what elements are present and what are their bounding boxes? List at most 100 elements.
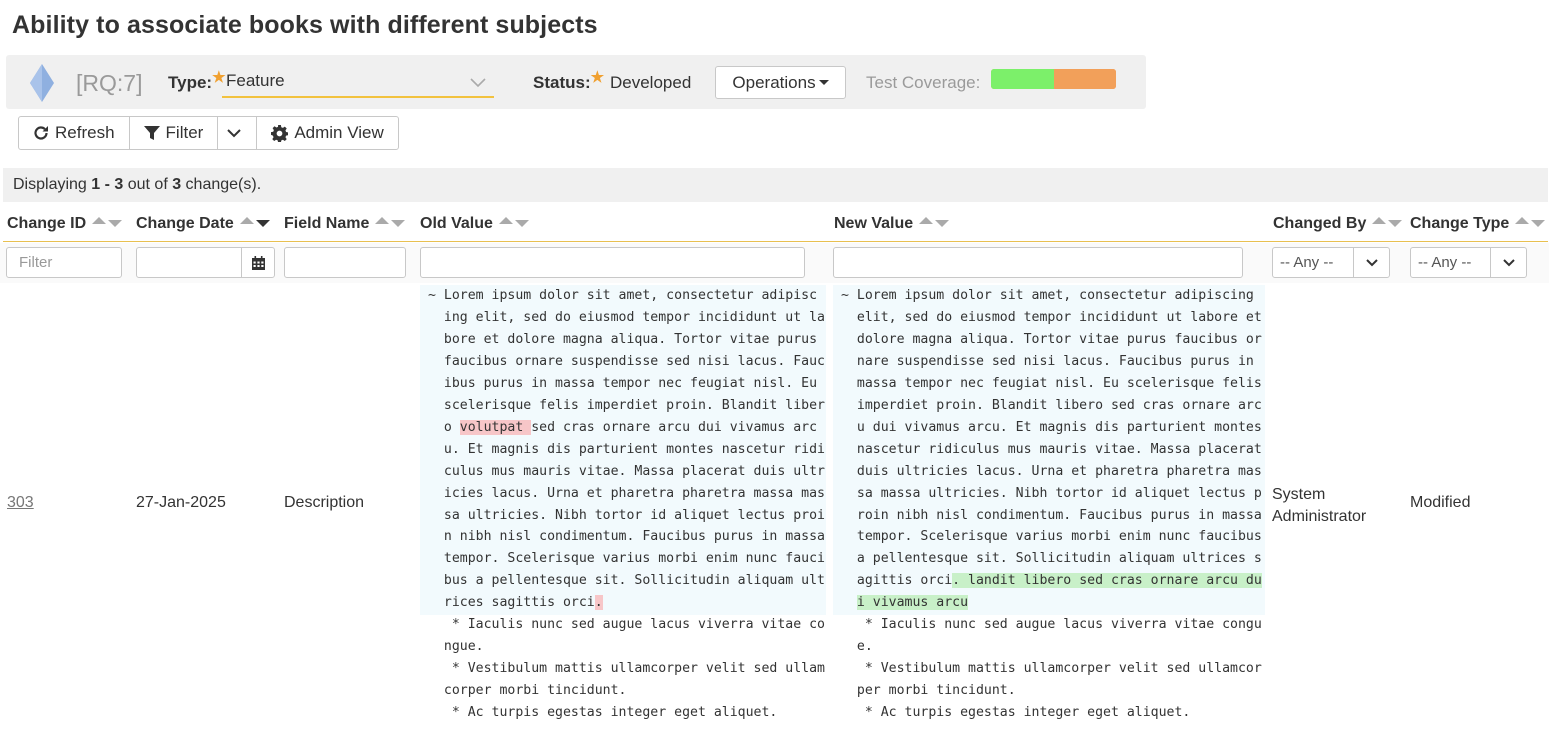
change-date-value: 27-Jan-2025 xyxy=(136,494,226,511)
requirement-header: [RQ:7] Type:★ Feature Status:★ Developed… xyxy=(6,55,1146,109)
diff-line: * Vestibulum mattis ullamcorper velit se… xyxy=(841,661,1262,677)
sort-icon[interactable] xyxy=(919,217,950,227)
diff-text: sed cras ornare arcu dui vivamus arc xyxy=(531,419,818,435)
diff-line: ~ Lorem ipsum dolor sit amet, consectetu… xyxy=(841,288,1254,303)
field-name-filter-input[interactable] xyxy=(284,247,406,278)
diff-line: per morbi tincidunt. xyxy=(841,683,1016,699)
diff-line: elit, sed do eiusmod tempor incididunt u… xyxy=(841,309,1262,325)
calendar-button[interactable] xyxy=(241,247,275,278)
old-value-diff: ~ Lorem ipsum dolor sit amet, consectetu… xyxy=(428,285,825,724)
gear-icon xyxy=(271,124,289,142)
change-id-filter-input[interactable]: Filter xyxy=(6,247,122,278)
diff-line: faucibus ornare suspendisse sed nisi lac… xyxy=(428,353,825,369)
changed-by-line: Administrator xyxy=(1272,508,1367,525)
diff-line: u dui vivamus arcu. Et magnis dis partur… xyxy=(841,419,1262,435)
diff-line: duis ultricies lacus. Urna et pharetra p… xyxy=(841,463,1262,479)
column-label: New Value xyxy=(834,215,914,232)
operations-button[interactable]: Operations xyxy=(715,66,846,99)
calendar-icon xyxy=(251,255,265,270)
filter-button[interactable]: Filter xyxy=(130,117,219,149)
diff-line: ngue. xyxy=(428,639,484,655)
sort-icon[interactable] xyxy=(92,217,123,227)
diff-line: tempor. Scelerisque varius morbi enim nu… xyxy=(841,529,1262,545)
display-prefix: Displaying xyxy=(13,176,92,193)
diff-line: ibus purus in massa tempor nec feugiat n… xyxy=(428,375,818,391)
diff-line: scelerisque felis imperdiet proin. Bland… xyxy=(428,397,825,413)
type-label: Type:★ xyxy=(168,69,226,92)
display-count: Displaying 1 - 3 out of 3 change(s). xyxy=(3,168,1548,202)
diff-line: nascetur ridiculus mus mauris vitae. Mas… xyxy=(841,441,1262,457)
change-type-value: Modified xyxy=(1410,494,1471,511)
field-name-value: Description xyxy=(284,494,365,511)
sort-icon[interactable] xyxy=(498,217,529,227)
diff-line: * Ac turpis egestas integer eget aliquet… xyxy=(841,705,1191,721)
diff-line: u. Et magnis dis parturient montes nasce… xyxy=(428,441,825,457)
admin-view-label: Admin View xyxy=(294,123,384,142)
column-label: Change Type xyxy=(1410,215,1510,232)
change-date-filter-input[interactable] xyxy=(136,247,242,278)
diff-line: tempor. Scelerisque varius morbi enim nu… xyxy=(428,551,825,567)
change-type-filter-select[interactable]: -- Any -- xyxy=(1410,247,1527,278)
sort-icon[interactable] xyxy=(375,217,406,227)
test-coverage-bar[interactable] xyxy=(991,69,1116,89)
new-value-diff: ~ Lorem ipsum dolor sit amet, consectetu… xyxy=(841,285,1262,724)
status-value: Developed xyxy=(610,73,692,92)
filter-label: Filter xyxy=(165,123,204,142)
type-select[interactable]: Feature xyxy=(222,68,494,98)
diff-line: ing elit, sed do eiusmod tempor incididu… xyxy=(428,309,825,325)
diff-line: i vivamus arcu xyxy=(841,592,1262,614)
chevron-down-icon xyxy=(227,129,242,138)
change-id-value[interactable]: 303 xyxy=(7,494,34,511)
column-header-change-date[interactable]: Change Date xyxy=(136,215,270,233)
sort-icon[interactable] xyxy=(239,217,270,227)
diff-text: o xyxy=(428,419,460,435)
filter-options-button[interactable] xyxy=(218,117,258,149)
requirement-diamond-icon xyxy=(30,64,54,102)
diff-text: agittis orci xyxy=(841,573,953,589)
diff-line: culus mus mauris vitae. Massa placerat d… xyxy=(428,463,825,479)
refresh-label: Refresh xyxy=(55,123,115,142)
display-middle: out of xyxy=(123,176,173,193)
diff-line: ~ Lorem ipsum dolor sit amet, consectetu… xyxy=(428,288,818,303)
diff-text: rices sagittis orci xyxy=(428,595,595,611)
change-id-link[interactable]: 303 xyxy=(7,494,34,512)
column-header-new-value[interactable]: New Value xyxy=(834,215,950,233)
deleted-text: volutpat xyxy=(459,419,532,435)
diff-line: sa ultricies. Nibh tortor id aliquet lec… xyxy=(428,507,825,523)
column-header-change-id[interactable]: Change ID xyxy=(7,215,123,233)
coverage-pass-segment xyxy=(991,69,1054,89)
column-header-changed-by[interactable]: Changed By xyxy=(1273,215,1403,233)
diff-line: bore et dolore magna aliqua. Tortor vita… xyxy=(428,331,818,347)
column-label: Old Value xyxy=(420,215,493,232)
display-total: 3 xyxy=(172,176,182,193)
column-label: Change Date xyxy=(136,215,234,232)
diff-line: e. xyxy=(841,639,873,655)
sort-icon[interactable] xyxy=(1372,217,1403,227)
deleted-text: . xyxy=(594,595,603,611)
chevron-down-icon xyxy=(1502,258,1515,266)
diff-line: * Iaculis nunc sed augue lacus viverra v… xyxy=(841,617,1262,633)
diff-line: * Ac turpis egestas integer eget aliquet… xyxy=(428,705,778,721)
sort-icon[interactable] xyxy=(1515,217,1546,227)
admin-view-button[interactable]: Admin View xyxy=(257,117,397,149)
diff-line: roin nibh nisl condimentum. Faucibus pur… xyxy=(841,507,1262,523)
new-value-filter-input[interactable] xyxy=(833,247,1243,278)
changed-by-value: System Administrator xyxy=(1272,484,1366,528)
select-toggle[interactable] xyxy=(1353,248,1389,277)
column-label: Changed By xyxy=(1273,215,1367,232)
refresh-button[interactable]: Refresh xyxy=(19,117,130,149)
column-header-change-type[interactable]: Change Type xyxy=(1410,215,1546,233)
changed-by-filter-select[interactable]: -- Any -- xyxy=(1272,247,1390,278)
column-label: Change ID xyxy=(7,215,87,232)
column-header-old-value[interactable]: Old Value xyxy=(420,215,529,233)
diff-line: a pellentesque sit. Sollicitudin aliquam… xyxy=(841,551,1262,567)
added-text: i vivamus arcu xyxy=(856,595,969,611)
diff-line: imperdiet proin. Blandit libero sed cras… xyxy=(841,397,1262,413)
page-title: Ability to associate books with differen… xyxy=(12,11,598,39)
old-value-filter-input[interactable] xyxy=(420,247,805,278)
refresh-icon xyxy=(34,126,48,140)
select-value: -- Any -- xyxy=(1418,254,1472,271)
diff-line: icies lacus. Urna et pharetra pharetra m… xyxy=(428,485,825,501)
select-toggle[interactable] xyxy=(1490,248,1526,277)
column-header-field-name[interactable]: Field Name xyxy=(284,215,406,233)
